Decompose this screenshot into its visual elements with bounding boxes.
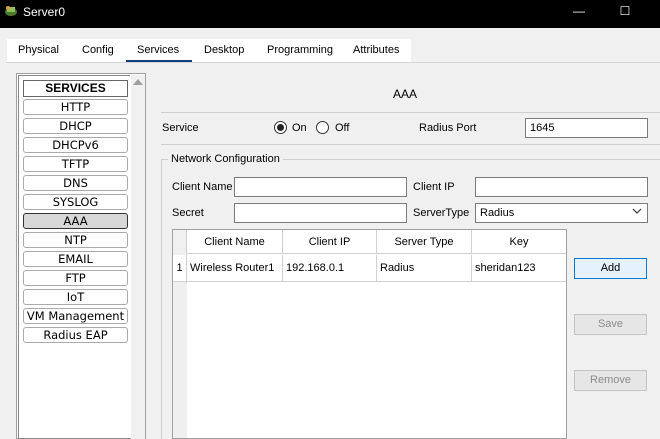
services-header: SERVICES xyxy=(23,80,128,97)
service-on-radio[interactable] xyxy=(274,121,287,134)
server-app-icon xyxy=(5,6,17,16)
column-header-client-name[interactable]: Client Name xyxy=(187,230,283,254)
service-item-iot[interactable]: IoT xyxy=(23,289,128,305)
tab-config[interactable]: Config xyxy=(82,44,114,56)
service-off-label: Off xyxy=(335,122,350,134)
secret-label: Secret xyxy=(172,207,204,219)
network-configuration-title: Network Configuration xyxy=(168,153,283,165)
divider xyxy=(161,144,660,145)
maximize-button[interactable]: ☐ xyxy=(613,2,637,22)
service-off-radio[interactable] xyxy=(316,121,329,134)
column-header-client-ip[interactable]: Client IP xyxy=(283,230,377,254)
service-item-syslog[interactable]: SYSLOG xyxy=(23,194,128,210)
service-item-dhcpv6[interactable]: DHCPv6 xyxy=(23,137,128,153)
table-cell-server-type[interactable]: Radius xyxy=(377,255,472,282)
service-item-tftp[interactable]: TFTP xyxy=(23,156,128,172)
service-item-radius-eap[interactable]: Radius EAP xyxy=(23,327,128,343)
window-title: Server0 xyxy=(23,5,66,19)
row-header-empty-area xyxy=(173,283,187,438)
tab-attributes[interactable]: Attributes xyxy=(353,44,399,56)
divider xyxy=(161,112,660,113)
service-item-vm-management[interactable]: VM Management xyxy=(23,308,128,324)
table-cell-client-ip[interactable]: 192.168.0.1 xyxy=(283,255,377,282)
server-type-value: Radius xyxy=(480,207,515,219)
secret-input[interactable] xyxy=(234,203,407,223)
services-list-inner: SERVICES HTTP DHCP DHCPv6 TFTP DNS SYSLO… xyxy=(18,75,130,439)
table-cell-client-name[interactable]: Wireless Router1 xyxy=(187,255,283,282)
services-scrollbar[interactable] xyxy=(131,75,145,439)
column-header-server-type[interactable]: Server Type xyxy=(377,230,472,254)
column-header-key[interactable]: Key xyxy=(472,230,566,254)
scroll-up-icon[interactable] xyxy=(133,79,143,85)
client-name-input[interactable] xyxy=(234,177,407,197)
radius-port-label: Radius Port xyxy=(419,122,477,134)
service-item-email[interactable]: EMAIL xyxy=(23,251,128,267)
remove-button[interactable]: Remove xyxy=(574,370,647,391)
add-button[interactable]: Add xyxy=(574,258,647,279)
table-cell-key[interactable]: sheridan123 xyxy=(472,255,566,282)
service-item-http[interactable]: HTTP xyxy=(23,99,128,115)
service-item-ntp[interactable]: NTP xyxy=(23,232,128,248)
tab-services[interactable]: Services xyxy=(137,44,179,56)
server-type-label: ServerType xyxy=(413,207,470,219)
tab-desktop[interactable]: Desktop xyxy=(204,44,244,56)
tab-programming[interactable]: Programming xyxy=(267,44,333,56)
tab-bar: Physical Config Services Desktop Program… xyxy=(0,37,660,63)
chevron-down-icon xyxy=(632,207,642,218)
service-item-dns[interactable]: DNS xyxy=(23,175,128,191)
server-type-select[interactable]: Radius xyxy=(475,203,648,223)
services-list: SERVICES HTTP DHCP DHCPv6 TFTP DNS SYSLO… xyxy=(16,73,146,439)
tab-physical[interactable]: Physical xyxy=(18,44,59,56)
radius-port-input[interactable]: 1645 xyxy=(525,118,648,138)
client-ip-label: Client IP xyxy=(413,181,455,193)
service-on-label: On xyxy=(292,122,307,134)
client-name-label: Client Name xyxy=(172,181,233,193)
row-number: 1 xyxy=(173,255,187,282)
clients-table: Client Name Client IP Server Type Key 1 … xyxy=(172,229,567,439)
service-item-ftp[interactable]: FTP xyxy=(23,270,128,286)
service-item-aaa[interactable]: AAA xyxy=(23,213,128,229)
save-button[interactable]: Save xyxy=(574,314,647,335)
client-ip-input[interactable] xyxy=(475,177,648,197)
title-bar: Server0 — ☐ xyxy=(0,0,660,28)
minimize-button[interactable]: — xyxy=(567,2,591,22)
service-item-dhcp[interactable]: DHCP xyxy=(23,118,128,134)
service-label: Service xyxy=(162,122,199,134)
panel-title: AAA xyxy=(392,87,417,101)
